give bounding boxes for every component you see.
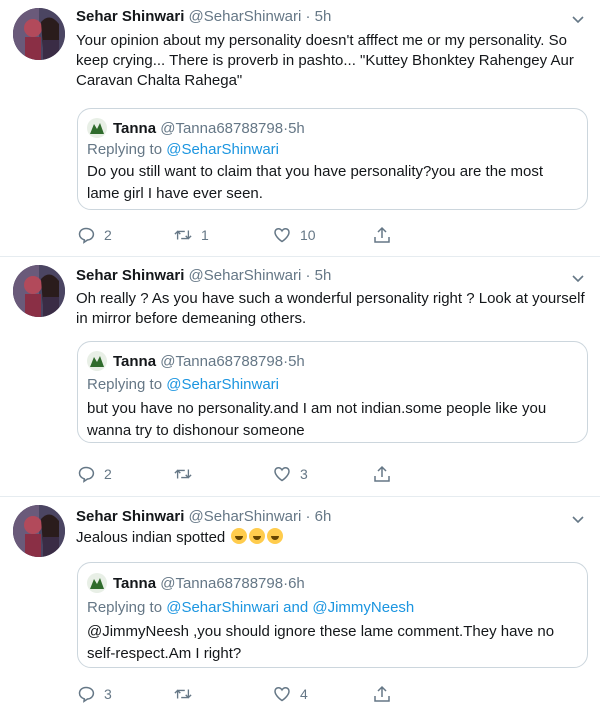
quoted-timestamp: 5h <box>288 352 305 370</box>
author-handle[interactable]: @SeharShinwari <box>189 8 302 25</box>
reply-icon <box>78 227 95 244</box>
replying-to-label: Replying to <box>87 599 167 616</box>
quoted-author-name: Tanna <box>113 119 157 137</box>
share-button[interactable] <box>373 226 400 244</box>
tweet-text: Oh really ? As you have such a wonderful… <box>76 290 585 327</box>
reply-count: 2 <box>104 227 112 243</box>
like-button[interactable]: 3 <box>273 465 308 483</box>
tweet-header: Sehar Shinwari @SeharShinwari · 6h <box>76 508 331 525</box>
reply-count: 2 <box>104 466 112 482</box>
heart-icon <box>274 466 290 482</box>
replying-to: Replying to @SeharShinwari <box>87 376 279 393</box>
share-button[interactable] <box>373 685 400 703</box>
retweet-icon <box>174 689 192 699</box>
tweet-actions: 2 3 <box>77 465 397 485</box>
tweet-text-container: Jealous indian spotted <box>76 528 588 548</box>
share-button[interactable] <box>373 465 400 483</box>
tweet[interactable]: Sehar Shinwari @SeharShinwari · 5h Your … <box>0 0 600 250</box>
like-count: 3 <box>300 466 308 482</box>
retweet-button[interactable]: 1 <box>174 226 209 244</box>
author-handle[interactable]: @SeharShinwari <box>189 508 302 525</box>
tweet[interactable]: Sehar Shinwari @SeharShinwari · 5h Oh re… <box>0 257 600 493</box>
grinning-face-emoji <box>249 528 266 544</box>
like-count: 10 <box>300 227 316 243</box>
quoted-tweet-header: Tanna @Tanna68788798 · 6h <box>87 573 305 593</box>
author-name[interactable]: Sehar Shinwari <box>76 508 184 525</box>
quoted-avatar <box>87 573 107 593</box>
tweet-text: Your opinion about my personality doesn'… <box>76 32 574 89</box>
quoted-tweet-header: Tanna @Tanna68788798 · 5h <box>87 118 305 138</box>
retweet-icon <box>174 469 192 479</box>
reply-count: 3 <box>104 686 112 702</box>
tweet-actions: 3 4 <box>77 685 397 705</box>
quoted-tweet-text: but you have no personality.and I am not… <box>87 400 547 439</box>
reply-icon <box>78 686 95 703</box>
reply-icon <box>78 466 95 483</box>
heart-icon <box>274 227 290 243</box>
quoted-tweet-text: @JimmyNeesh ,you should ignore these lam… <box>87 623 555 662</box>
retweet-icon <box>174 230 192 240</box>
grinning-face-emoji <box>267 528 284 544</box>
avatar[interactable] <box>13 505 65 557</box>
grinning-face-emoji <box>231 528 248 544</box>
avatar[interactable] <box>13 265 65 317</box>
quoted-timestamp: 5h <box>288 119 305 137</box>
replying-to-label: Replying to <box>87 376 167 393</box>
quoted-tweet-text: Do you still want to claim that you have… <box>87 163 544 202</box>
quoted-author-handle: @Tanna68788798 <box>160 574 284 592</box>
timestamp[interactable]: 5h <box>315 8 332 25</box>
retweet-count: 1 <box>201 227 209 243</box>
replying-to-handle[interactable]: @SeharShinwari <box>166 376 279 393</box>
author-handle[interactable]: @SeharShinwari <box>189 267 302 284</box>
separator: · <box>301 8 315 25</box>
replying-to-handle[interactable]: @SeharShinwari <box>166 141 279 158</box>
quoted-author-handle: @Tanna68788798 <box>160 119 284 137</box>
share-icon <box>374 465 390 482</box>
like-button[interactable]: 4 <box>273 685 308 703</box>
separator: · <box>301 267 315 284</box>
quoted-author-name: Tanna <box>113 574 157 592</box>
replying-to-handle[interactable]: @SeharShinwari and @JimmyNeesh <box>166 599 414 616</box>
like-count: 4 <box>300 686 308 702</box>
avatar[interactable] <box>13 8 65 60</box>
heart-icon <box>274 686 290 702</box>
share-icon <box>374 685 390 702</box>
tweet-text: Jealous indian spotted <box>76 529 226 546</box>
replying-to-label: Replying to <box>87 141 167 158</box>
chevron-down-icon[interactable] <box>570 270 586 286</box>
chevron-down-icon[interactable] <box>570 511 586 527</box>
quoted-timestamp: 6h <box>288 574 305 592</box>
quoted-avatar <box>87 118 107 138</box>
quoted-tweet[interactable]: Tanna @Tanna68788798 · 5h Replying to @S… <box>77 341 588 443</box>
tweet-header: Sehar Shinwari @SeharShinwari · 5h <box>76 267 331 284</box>
timestamp[interactable]: 6h <box>315 508 332 525</box>
quoted-tweet-header: Tanna @Tanna68788798 · 5h <box>87 351 305 371</box>
quoted-author-name: Tanna <box>113 352 157 370</box>
replying-to: Replying to @SeharShinwari <box>87 141 279 158</box>
quoted-avatar <box>87 351 107 371</box>
author-name[interactable]: Sehar Shinwari <box>76 8 184 25</box>
tweet-header: Sehar Shinwari @SeharShinwari · 5h <box>76 8 331 25</box>
reply-button[interactable]: 2 <box>77 226 112 244</box>
like-button[interactable]: 10 <box>273 226 316 244</box>
separator: · <box>301 508 315 525</box>
timestamp[interactable]: 5h <box>315 267 332 284</box>
quoted-author-handle: @Tanna68788798 <box>160 352 284 370</box>
quoted-tweet[interactable]: Tanna @Tanna68788798 · 5h Replying to @S… <box>77 108 588 210</box>
share-icon <box>374 226 390 243</box>
quoted-tweet[interactable]: Tanna @Tanna68788798 · 6h Replying to @S… <box>77 562 588 668</box>
reply-button[interactable]: 3 <box>77 685 112 703</box>
tweet[interactable]: Sehar Shinwari @SeharShinwari · 6h Jealo… <box>0 497 600 718</box>
retweet-button[interactable] <box>174 685 201 703</box>
replying-to: Replying to @SeharShinwari and @JimmyNee… <box>87 599 414 616</box>
reply-button[interactable]: 2 <box>77 465 112 483</box>
retweet-button[interactable] <box>174 465 201 483</box>
author-name[interactable]: Sehar Shinwari <box>76 267 184 284</box>
chevron-down-icon[interactable] <box>570 11 586 27</box>
tweet-actions: 2 1 10 <box>77 226 397 246</box>
